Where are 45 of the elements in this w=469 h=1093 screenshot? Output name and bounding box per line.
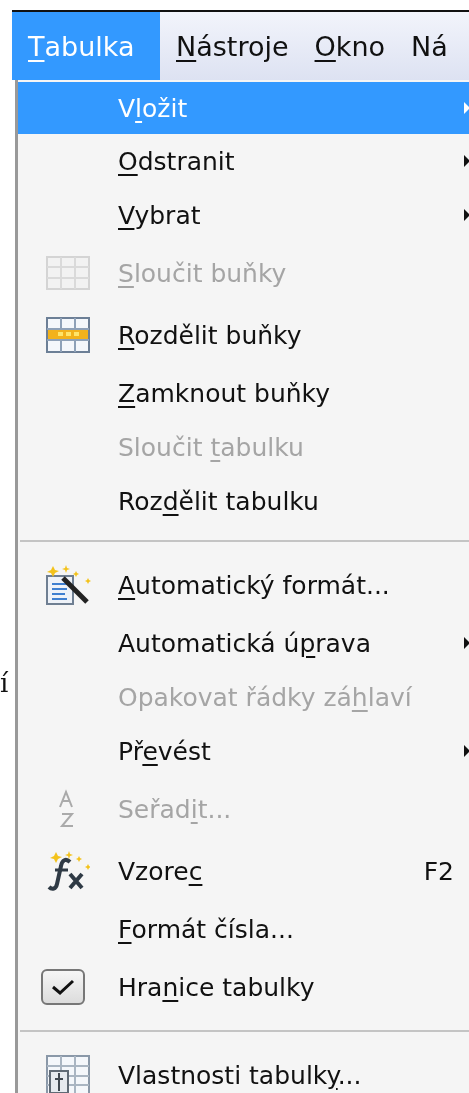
submenu-arrow-icon bbox=[464, 745, 469, 757]
menu-item[interactable]: Hranice tabulky bbox=[18, 956, 469, 1018]
menu-item[interactable]: Vybrat bbox=[18, 188, 469, 242]
menu-item-label: Rozdělit tabulku bbox=[118, 486, 320, 516]
table-icon bbox=[46, 317, 90, 353]
menu-item[interactable]: Automatický formát... bbox=[18, 554, 469, 616]
menu-item-label: Formát čísla... bbox=[118, 914, 295, 944]
magic-wand-document-icon bbox=[45, 564, 91, 606]
formula-icon bbox=[46, 850, 90, 892]
menu-item-label: Automatický formát... bbox=[118, 570, 391, 600]
submenu-arrow-icon bbox=[464, 209, 469, 221]
table-icon bbox=[46, 256, 90, 290]
checkmark-icon bbox=[49, 977, 77, 997]
menu-item-label: Opakovat řádky záhlaví bbox=[118, 682, 413, 712]
menu-item-label: Vzorec bbox=[118, 856, 204, 886]
menu-item-label: Sloučit buňky bbox=[118, 258, 288, 288]
submenu-arrow-icon bbox=[464, 637, 469, 649]
menu-item-label: Zamknout buňky bbox=[118, 378, 331, 408]
menu-item[interactable]: Vzorec F2 bbox=[18, 840, 469, 902]
menu-item-label: Vložit bbox=[118, 93, 189, 123]
menu-item-label: Vlastnosti tabulky... bbox=[118, 1060, 363, 1090]
menu-item[interactable]: Převést bbox=[18, 724, 469, 778]
menu-bar-item[interactable]: Ná bbox=[395, 12, 458, 80]
menu-item-label: Vybrat bbox=[118, 200, 202, 230]
menu-item[interactable]: Rozdělit buňky bbox=[18, 304, 469, 366]
menu-item[interactable]: Automatická úprava bbox=[18, 616, 469, 670]
menu-item[interactable]: Vlastnosti tabulky... bbox=[18, 1044, 469, 1093]
menu-item[interactable]: Formát čísla... bbox=[18, 902, 469, 956]
menu-item-label: Odstranit bbox=[118, 146, 236, 176]
submenu-arrow-icon bbox=[464, 155, 469, 167]
document-text: í bbox=[0, 668, 9, 698]
menu-item-label: Seřadit... bbox=[118, 794, 233, 824]
menu-item[interactable]: Zamknout buňky bbox=[18, 366, 469, 420]
menu-item[interactable]: Odstranit bbox=[18, 134, 469, 188]
menu-bar-item[interactable]: Nástroje bbox=[160, 12, 299, 80]
submenu-arrow-icon bbox=[464, 102, 469, 114]
menu-item-label: Rozdělit buňky bbox=[118, 320, 303, 350]
menu-item-label: Automatická úprava bbox=[118, 628, 372, 658]
shortcut-label: F2 bbox=[423, 856, 454, 886]
menu-bar-item[interactable]: Okno bbox=[298, 12, 396, 80]
menu-item-label: Převést bbox=[118, 736, 212, 766]
menu-item-label: Hranice tabulky bbox=[118, 972, 316, 1002]
menu-item[interactable]: Rozdělit tabulku bbox=[18, 474, 469, 528]
menu-item-label: Sloučit tabulku bbox=[118, 432, 305, 462]
checkbox[interactable] bbox=[41, 969, 85, 1005]
